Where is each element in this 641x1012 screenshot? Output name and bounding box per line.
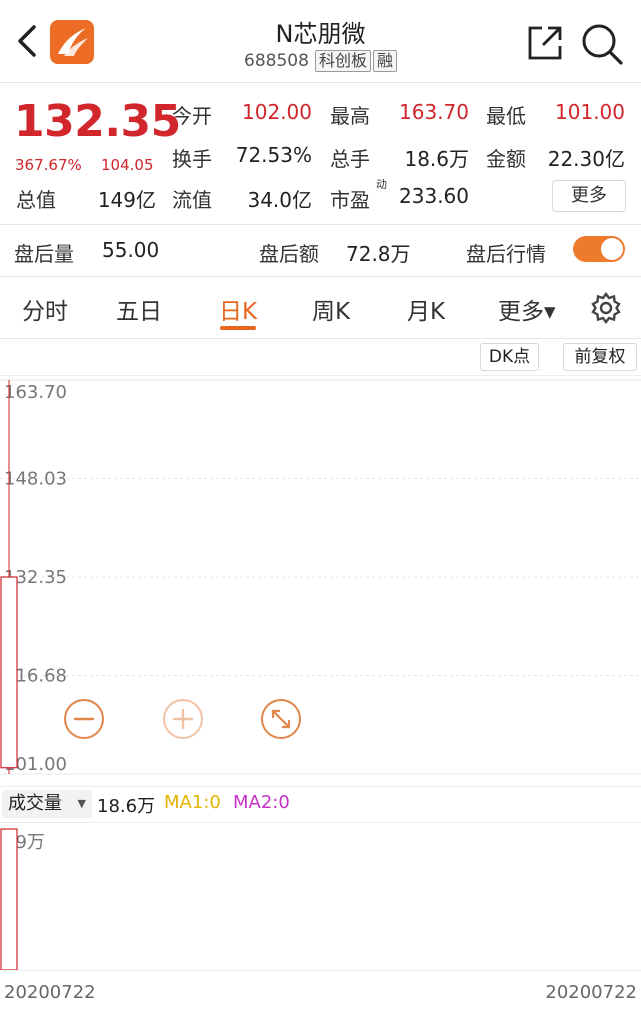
market-cap-value: 149亿 [97,188,156,212]
volume-chart[interactable]: 19万 [0,822,641,970]
top-bar: N芯朋微 688508 科创板融 [0,0,641,82]
date-start: 20200722 [4,982,96,1003]
after-hours-amount-value: 72.8万 [346,242,411,266]
zoom-out-icon[interactable] [62,697,106,741]
search-icon[interactable] [580,22,624,66]
margin-tag: 融 [372,50,397,72]
change-percent: 367.67% [15,156,82,174]
ma1-value: MA1:0 [164,792,221,813]
indicator-selector[interactable]: 成交量 ▼ [2,790,92,818]
volume-bar [0,828,18,970]
change-amount: 104.05 [101,156,154,174]
stock-code: 688508 [244,51,309,71]
date-end: 20200722 [545,982,637,1003]
low-value: 101.00 [555,100,625,124]
divider [0,224,641,225]
divider [0,82,641,83]
fullscreen-icon[interactable] [259,697,303,741]
high-value: 163.70 [399,100,469,124]
tab-weekly-k[interactable]: 周K [312,292,350,326]
tab-five-day[interactable]: 五日 [116,292,162,326]
turnover-value: 72.53% [235,143,312,167]
candle-body [0,576,18,769]
volume-value: 18.6万 [97,796,156,817]
share-icon[interactable] [526,24,564,62]
float-cap-value: 34.0亿 [247,188,312,212]
zoom-in-icon[interactable] [161,697,205,741]
divider [0,786,641,787]
gear-icon[interactable] [590,292,622,324]
amount-value: 22.30亿 [547,147,625,171]
divider [0,338,641,339]
high-label: 最高 [330,104,370,128]
indicator-selector-label: 成交量 [8,793,62,814]
float-cap-label: 流值 [172,188,212,212]
tab-daily-k[interactable]: 日K [219,292,257,326]
y-tick-label: 148.03 [4,468,67,489]
pe-value: 233.60 [399,184,469,208]
tab-more[interactable]: 更多▾ [498,292,556,326]
ma2-value: MA2:0 [233,792,290,813]
divider [0,276,641,277]
dk-point-button[interactable]: DK点 [480,343,539,371]
market-cap-label: 总值 [16,188,56,212]
tab-monthly-k[interactable]: 月K [407,292,445,326]
after-hours-amount-label: 盘后额 [259,242,319,266]
amount-label: 金额 [486,147,526,171]
y-tick-label: 163.70 [4,382,67,403]
active-tab-indicator [220,326,256,330]
last-price: 132.35 [14,96,181,147]
low-label: 最低 [486,104,526,128]
after-hours-quote-label: 盘后行情 [466,242,546,266]
after-hours-volume-value: 55.00 [102,238,160,262]
total-hands-value: 18.6万 [404,147,469,171]
after-hours-volume-label: 盘后量 [14,242,74,266]
tab-intraday[interactable]: 分时 [22,292,68,326]
board-tag: 科创板 [314,50,371,72]
price-adjust-button[interactable]: 前复权 [563,343,637,371]
toggle-knob [601,238,623,260]
open-value: 102.00 [242,100,312,124]
more-button[interactable]: 更多 [552,180,626,212]
total-hands-label: 总手 [330,147,370,171]
after-hours-toggle[interactable] [573,236,625,262]
pe-label: 市盈 [330,188,370,212]
caret-down-icon: ▼ [77,797,86,810]
turnover-label: 换手 [172,147,212,171]
open-label: 今开 [172,104,212,128]
divider [0,970,641,971]
